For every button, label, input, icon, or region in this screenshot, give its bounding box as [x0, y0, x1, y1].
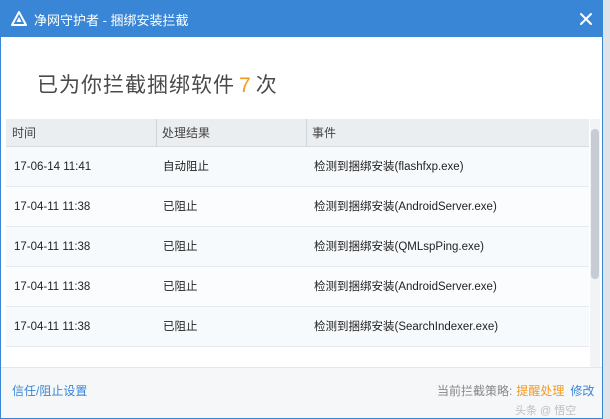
intercept-log-table: 时间 处理结果 事件 17-06-14 11:41 自动阻止 检测到捆绑安装(fla…	[6, 119, 601, 367]
strategy-label: 当前拦截策略:	[437, 384, 513, 398]
table-header: 时间 处理结果 事件	[6, 119, 589, 147]
intercept-summary: 已为你拦截捆绑软件 7 次	[37, 69, 278, 99]
cell-event: 检测到捆绑安装(AndroidServer.exe)	[314, 281, 497, 293]
strategy-value-link[interactable]: 提醒处理	[516, 384, 564, 398]
edit-strategy-link[interactable]: 修改	[570, 384, 594, 398]
scrollbar-thumb[interactable]	[591, 129, 599, 279]
window-title: 净网守护者 - 捆绑安装拦截	[34, 12, 189, 28]
dialog-window: 净网守护者 - 捆绑安装拦截 已为你拦截捆绑软件 7 次 时间 处理结果 事件 17…	[0, 0, 603, 419]
summary-prefix: 已为你拦截捆绑软件	[37, 74, 235, 97]
triangle-shield-icon	[10, 10, 28, 28]
cell-result: 自动阻止	[163, 161, 209, 173]
table-row[interactable]: 17-06-14 11:41 自动阻止 检测到捆绑安装(flashfxp.exe)	[6, 147, 589, 187]
watermark-text: 头条 @ 悟空	[515, 405, 577, 417]
cell-time: 17-04-11 11:38	[14, 281, 91, 293]
intercept-strategy: 当前拦截策略: 提醒处理 修改	[437, 382, 594, 399]
vertical-scrollbar[interactable]	[590, 119, 600, 367]
table-row[interactable]: 17-04-11 11:38 已阻止 检测到捆绑安装(AndroidServer.e…	[6, 267, 589, 307]
cell-event: 检测到捆绑安装(SearchIndexer.exe)	[314, 321, 499, 333]
table-row[interactable]: 17-04-11 11:38 已阻止 检测到捆绑安装(QMLspPing.exe)	[6, 227, 589, 267]
trust-block-settings-link[interactable]: 信任/阻止设置	[12, 382, 87, 399]
cell-event: 检测到捆绑安装(QMLspPing.exe)	[314, 241, 484, 253]
cell-result: 已阻止	[163, 321, 198, 333]
cell-event: 检测到捆绑安装(flashfxp.exe)	[314, 161, 464, 173]
footer-bar: 信任/阻止设置 当前拦截策略: 提醒处理 修改 头条 @ 悟空	[1, 367, 602, 418]
cell-result: 已阻止	[163, 201, 198, 213]
close-icon[interactable]	[578, 11, 594, 27]
background-strip	[603, 0, 610, 419]
cell-time: 17-06-14 11:41	[14, 161, 92, 173]
column-header-event[interactable]: 事件	[306, 119, 336, 147]
cell-result: 已阻止	[163, 281, 198, 293]
intercept-count: 7	[239, 74, 252, 97]
cell-time: 17-04-11 11:38	[14, 321, 91, 333]
cell-event: 检测到捆绑安装(AndroidServer.exe)	[314, 201, 497, 213]
cell-time: 17-04-11 11:38	[14, 201, 91, 213]
summary-suffix: 次	[255, 74, 278, 97]
table-body: 17-06-14 11:41 自动阻止 检测到捆绑安装(flashfxp.exe) 1…	[6, 147, 589, 347]
table-row[interactable]: 17-04-11 11:38 已阻止 检测到捆绑安装(AndroidServer.e…	[6, 187, 589, 227]
title-bar[interactable]: 净网守护者 - 捆绑安装拦截	[1, 1, 602, 37]
column-header-time[interactable]: 时间	[12, 119, 36, 147]
column-header-result[interactable]: 处理结果	[156, 119, 210, 147]
cell-result: 已阻止	[163, 241, 198, 253]
table-row[interactable]: 17-04-11 11:38 已阻止 检测到捆绑安装(SearchIndexer.e…	[6, 307, 589, 347]
cell-time: 17-04-11 11:38	[14, 241, 91, 253]
